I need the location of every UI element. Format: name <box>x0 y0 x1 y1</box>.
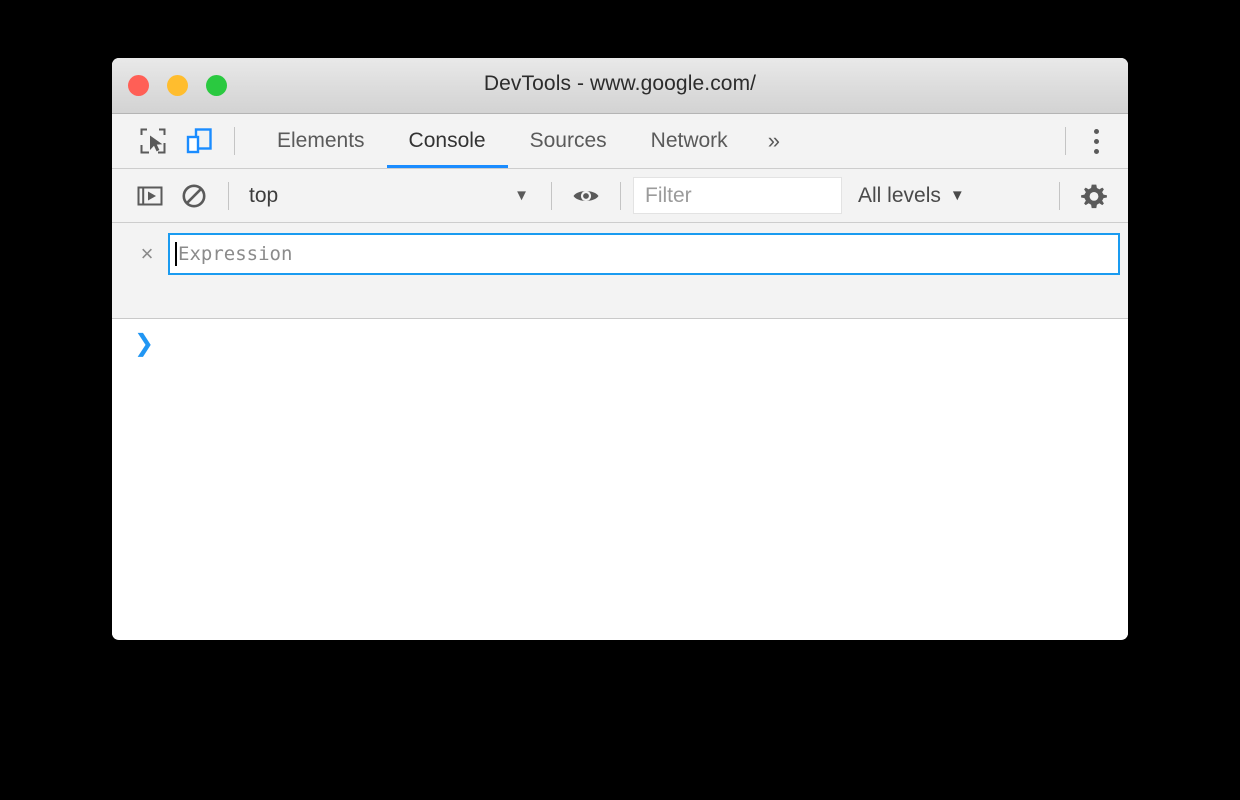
console-toolbar-right-actions <box>1047 174 1128 218</box>
title-bar: DevTools - www.google.com/ <box>112 58 1128 114</box>
device-toolbar-icon[interactable] <box>176 118 222 164</box>
live-expression-row: × Expression <box>112 223 1128 275</box>
tab-elements[interactable]: Elements <box>255 114 387 168</box>
tab-network-label: Network <box>650 129 728 152</box>
console-sidebar-toggle-icon[interactable] <box>128 174 172 218</box>
execution-context-select[interactable]: top ▼ <box>241 178 539 214</box>
devtools-tab-bar: Elements Console Sources Network » <box>112 114 1128 169</box>
kebab-menu-icon[interactable] <box>1078 121 1114 161</box>
live-expression-eye-icon[interactable] <box>564 174 608 218</box>
toolbar-divider <box>234 127 235 155</box>
tab-bar-divider <box>1065 127 1066 155</box>
tab-sources[interactable]: Sources <box>508 114 629 168</box>
console-toolbar-divider-1 <box>228 181 229 210</box>
console-prompt-chevron-icon: ❯ <box>134 329 155 357</box>
chevron-down-icon: ▼ <box>514 187 529 204</box>
more-tabs-label: » <box>767 128 780 153</box>
console-toolbar-divider-4 <box>1059 181 1060 210</box>
execution-context-value: top <box>249 183 279 207</box>
live-expression-placeholder: Expression <box>178 243 293 265</box>
console-toolbar-divider-3 <box>620 181 621 210</box>
chevron-down-icon: ▼ <box>949 187 965 204</box>
console-prompt-row[interactable]: ❯ <box>112 319 1128 355</box>
panel-tabs: Elements Console Sources Network » <box>255 114 798 168</box>
devtools-window: DevTools - www.google.com/ Elements Cons… <box>112 58 1128 640</box>
tab-network[interactable]: Network <box>629 114 750 168</box>
log-level-label: All levels <box>858 183 941 207</box>
console-toolbar-divider-2 <box>551 181 552 210</box>
inspect-element-icon[interactable] <box>130 118 176 164</box>
clear-console-icon[interactable] <box>172 174 216 218</box>
tab-sources-label: Sources <box>529 129 607 152</box>
log-level-select[interactable]: All levels ▼ <box>858 184 965 208</box>
console-toolbar: top ▼ Filter All levels ▼ <box>112 169 1128 223</box>
settings-gear-icon[interactable] <box>1072 174 1116 218</box>
tab-bar-right-actions <box>1053 121 1128 161</box>
tab-console-label: Console <box>408 129 486 152</box>
text-caret <box>175 242 177 266</box>
tab-elements-label: Elements <box>277 129 365 152</box>
tab-console[interactable]: Console <box>386 114 508 168</box>
remove-live-expression-button[interactable]: × <box>132 239 162 269</box>
console-output-area[interactable]: ❯ <box>112 319 1128 639</box>
live-expression-input[interactable]: Expression <box>168 233 1120 275</box>
filter-input[interactable]: Filter <box>633 177 842 214</box>
window-title: DevTools - www.google.com/ <box>483 72 757 95</box>
live-expression-panel: × Expression <box>112 223 1128 319</box>
more-tabs-button[interactable]: » <box>750 114 798 168</box>
close-icon: × <box>140 241 154 266</box>
filter-placeholder: Filter <box>645 183 692 207</box>
